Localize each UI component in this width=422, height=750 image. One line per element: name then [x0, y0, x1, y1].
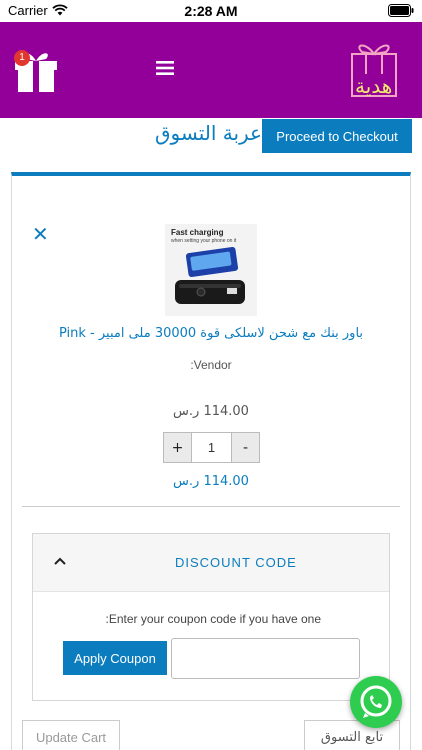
close-icon[interactable]: ✕ [32, 222, 49, 246]
status-bar: Carrier 2:28 AM [0, 0, 422, 22]
discount-panel: DISCOUNT CODE :Enter your coupon code if… [32, 533, 390, 701]
whatsapp-icon [360, 685, 392, 718]
cart-item-card: ✕ Fast charging when setting your phone … [11, 172, 411, 750]
coupon-hint: :Enter your coupon code if you have one [105, 612, 321, 626]
coupon-input[interactable] [171, 638, 360, 679]
logo-text: هدية [355, 74, 393, 98]
chevron-up-icon[interactable] [53, 556, 67, 566]
apply-coupon-button[interactable]: Apply Coupon [63, 641, 167, 675]
hamburger-menu-icon[interactable] [156, 60, 174, 76]
whatsapp-button[interactable] [350, 676, 402, 728]
quantity-increase-button[interactable]: + [164, 433, 192, 462]
product-image[interactable]: Fast charging when setting your phone on… [165, 224, 257, 316]
status-time: 2:28 AM [184, 3, 238, 19]
quantity-stepper: + 1 - [163, 432, 260, 463]
quantity-decrease-button[interactable]: - [231, 433, 259, 462]
cart-screen: Carrier 2:28 AM 1 هدية عربة التسوق Proce… [0, 0, 422, 750]
update-cart-button[interactable]: Update Cart [22, 720, 120, 750]
quantity-value[interactable]: 1 [192, 433, 231, 462]
discount-title: DISCOUNT CODE [175, 555, 297, 570]
discount-toggle[interactable]: DISCOUNT CODE [33, 534, 389, 592]
cart-button[interactable]: 1 [12, 48, 60, 94]
page-title: عربة التسوق [155, 121, 262, 145]
cart-count-badge: 1 [14, 50, 30, 66]
proceed-to-checkout-button[interactable]: Proceed to Checkout [262, 119, 412, 153]
unit-price: 114.00 ر.س [173, 404, 249, 419]
line-total: 114.00 ر.س [173, 474, 249, 489]
app-header: 1 هدية [0, 22, 422, 118]
product-name-link[interactable]: باور بنك مع شحن لاسلكى قوة 30000 ملى امب… [12, 326, 410, 341]
battery-icon [388, 4, 414, 17]
divider [22, 506, 400, 507]
power-bank-illustration [175, 247, 245, 304]
vendor-label: :Vendor [190, 358, 232, 372]
